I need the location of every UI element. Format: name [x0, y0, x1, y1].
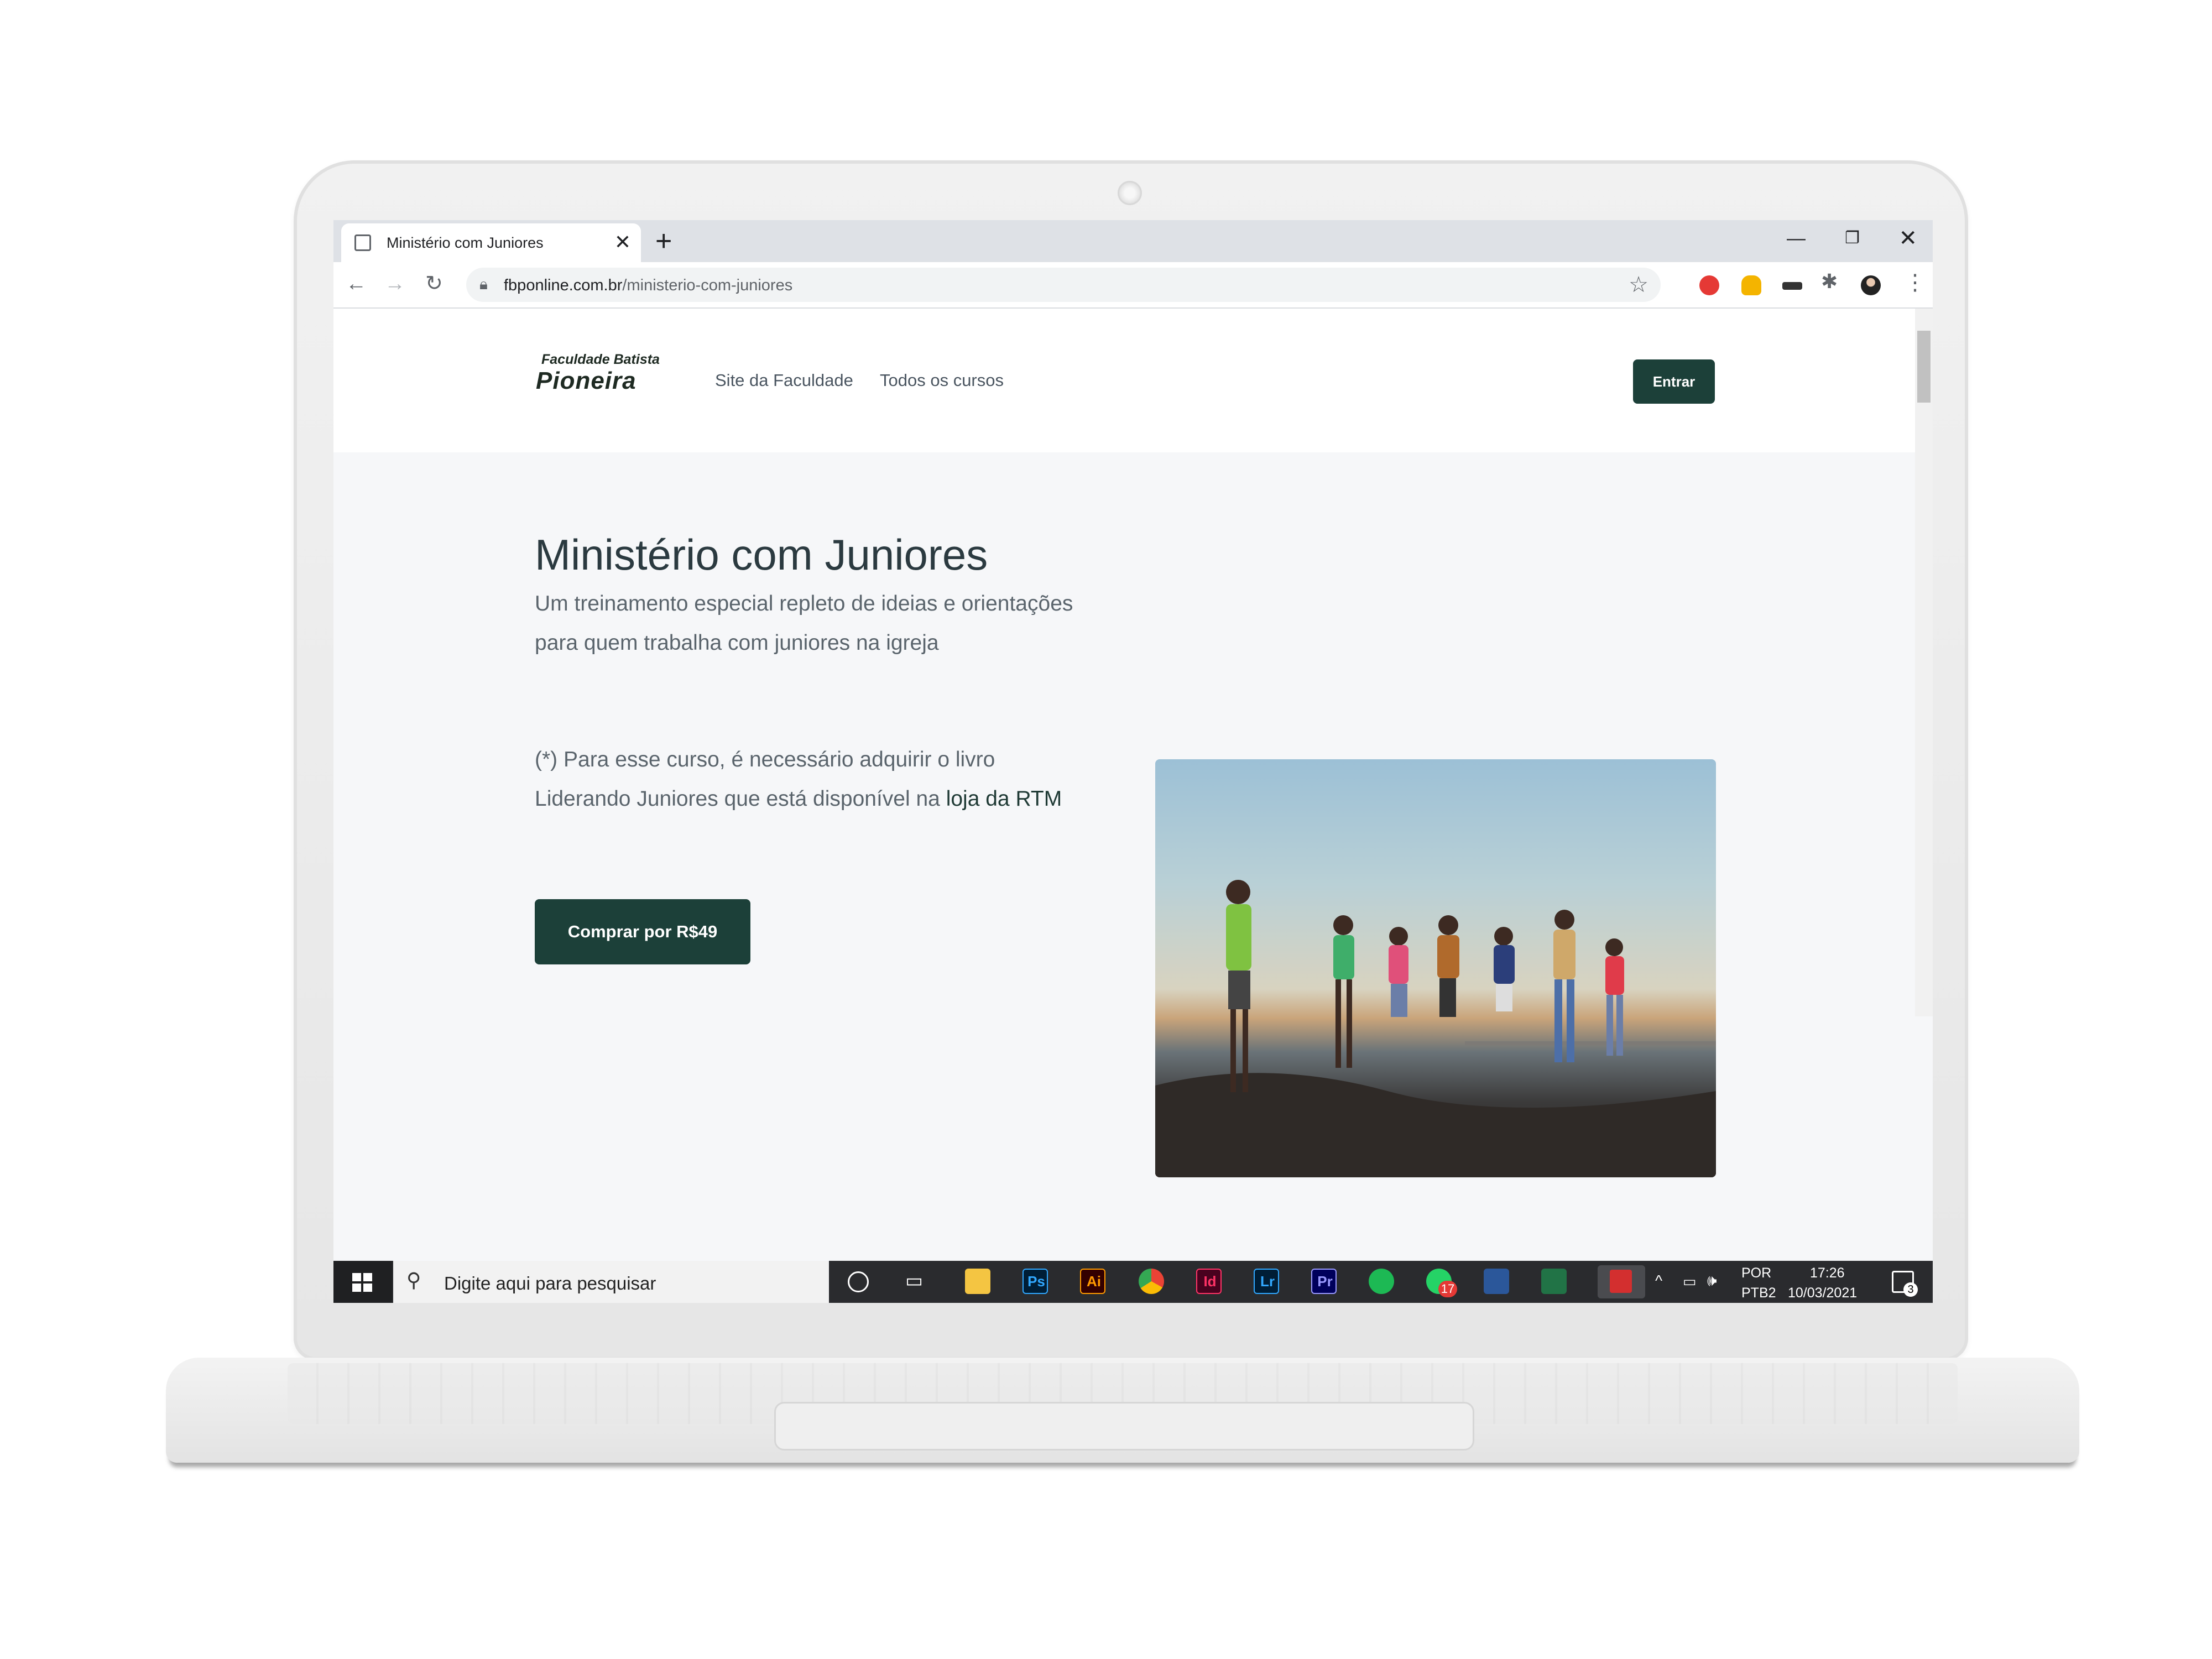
illustrator-label: Ai [1087, 1273, 1101, 1290]
kids-jumping-illustration [1155, 880, 1716, 1177]
browser-menu-icon[interactable]: ⋮ [1904, 269, 1926, 296]
web-page: Faculdade Batista Pioneira Site da Facul… [333, 309, 1933, 1261]
extension-bell-icon[interactable] [1741, 275, 1761, 295]
notification-count: 3 [1903, 1282, 1918, 1297]
logo-main-text: Pioneira [536, 367, 637, 394]
cortana-icon[interactable] [848, 1271, 869, 1292]
site-logo[interactable]: Faculdade Batista Pioneira [536, 352, 666, 407]
file-explorer-icon[interactable] [965, 1269, 990, 1294]
spotify-icon[interactable] [1369, 1269, 1394, 1294]
whatsapp-icon[interactable]: 17 [1426, 1269, 1457, 1297]
site-header: Faculdade Batista Pioneira Site da Facul… [333, 309, 1915, 452]
lightroom-label: Lr [1260, 1273, 1275, 1290]
course-note-text: (*) Para esse curso, é necessário adquir… [535, 748, 995, 811]
buy-button[interactable]: Comprar por R$49 [535, 899, 750, 964]
task-view-icon[interactable]: ▭ [905, 1270, 931, 1295]
forward-arrow-icon[interactable]: → [384, 270, 405, 298]
whatsapp-badge: 17 [1438, 1281, 1457, 1297]
battery-icon[interactable]: ▭ [1683, 1273, 1697, 1290]
url-domain: fbponline.com.br [504, 276, 623, 294]
new-tab-button[interactable]: + [655, 226, 672, 257]
acrobat-icon[interactable] [1598, 1265, 1645, 1298]
taskbar-search[interactable]: ⚲ Digite aqui para pesquisar [393, 1261, 829, 1303]
bookmark-star-icon[interactable]: ☆ [1629, 272, 1648, 298]
scrollbar-thumb[interactable] [1917, 331, 1931, 403]
close-tab-icon[interactable]: ✕ [614, 230, 631, 254]
excel-icon[interactable] [1541, 1269, 1567, 1294]
logo-top-text: Faculdade Batista [541, 352, 660, 367]
photoshop-label: Ps [1027, 1273, 1045, 1290]
tab-title: Ministério com Juniores [387, 234, 544, 251]
course-subtitle: Um treinamento especial repleto de ideia… [535, 592, 1073, 655]
windows-taskbar: ⚲ Digite aqui para pesquisar ▭ Ps Ai Id … [333, 1261, 1933, 1303]
laptop-screen: Ministério com Juniores ✕ + — ❐ ✕ ← → ↻ … [333, 220, 1933, 1303]
store-link[interactable]: loja da RTM [946, 787, 1062, 811]
chrome-icon[interactable] [1139, 1269, 1164, 1294]
extensions-puzzle-icon[interactable]: ✱ [1821, 270, 1843, 293]
nav-link-all-courses[interactable]: Todos os cursos [880, 371, 1004, 390]
language-bottom[interactable]: PTB2 [1741, 1285, 1776, 1301]
touchpad [774, 1402, 1474, 1451]
course-photo [1155, 759, 1716, 1177]
restore-window-button[interactable]: ❐ [1845, 225, 1860, 252]
photoshop-icon[interactable]: Ps [1022, 1269, 1048, 1294]
url-text: fbponline.com.br/ministerio-com-juniores [504, 276, 792, 295]
address-bar[interactable]: 🔒︎ fbponline.com.br/ministerio-com-junio… [466, 268, 1661, 302]
clock-time[interactable]: 17:26 [1810, 1265, 1845, 1281]
browser-tab[interactable]: Ministério com Juniores ✕ [341, 223, 641, 262]
store-icon [354, 234, 371, 251]
profile-avatar[interactable] [1861, 275, 1881, 295]
illustrator-icon[interactable]: Ai [1080, 1269, 1105, 1294]
windows-logo-icon [352, 1273, 372, 1292]
premiere-label: Pr [1317, 1273, 1333, 1290]
indesign-label: Id [1203, 1273, 1217, 1290]
word-icon[interactable] [1484, 1269, 1509, 1294]
close-window-button[interactable]: ✕ [1898, 225, 1917, 252]
taskbar-search-placeholder: Digite aqui para pesquisar [444, 1273, 656, 1293]
page-scrollbar[interactable] [1915, 309, 1933, 1016]
language-top[interactable]: POR [1741, 1265, 1771, 1281]
login-button[interactable]: Entrar [1633, 359, 1715, 404]
webcam [1118, 181, 1142, 205]
back-arrow-icon[interactable]: ← [346, 270, 367, 298]
minimize-window-button[interactable]: — [1787, 225, 1806, 252]
indesign-icon[interactable]: Id [1196, 1269, 1222, 1294]
reload-icon[interactable]: ↻ [425, 270, 443, 298]
nav-link-faculdade[interactable]: Site da Faculdade [715, 371, 853, 390]
extension-cloud-icon[interactable] [1782, 282, 1802, 290]
acrobat-logo-icon [1610, 1270, 1632, 1293]
start-button[interactable] [333, 1261, 392, 1303]
page-title: Ministério com Juniores [535, 530, 988, 579]
lightroom-icon[interactable]: Lr [1254, 1269, 1279, 1294]
course-note: (*) Para esse curso, é necessário adquir… [535, 740, 1088, 818]
search-icon: ⚲ [406, 1269, 421, 1291]
lock-icon: 🔒︎ [479, 275, 488, 293]
tray-chevron-icon[interactable]: ^ [1655, 1272, 1662, 1290]
notification-center-icon[interactable]: 3 [1892, 1271, 1918, 1297]
premiere-icon[interactable]: Pr [1311, 1269, 1337, 1294]
browser-tab-strip: Ministério com Juniores ✕ + — ❐ ✕ [333, 220, 1933, 262]
url-path: /ministerio-com-juniores [622, 276, 793, 294]
clock-date[interactable]: 10/03/2021 [1788, 1285, 1857, 1301]
extension-block-icon[interactable] [1699, 275, 1719, 295]
browser-toolbar: ← → ↻ 🔒︎ fbponline.com.br/ministerio-com… [333, 262, 1933, 309]
volume-icon[interactable]: 🕪︎ [1707, 1272, 1717, 1290]
